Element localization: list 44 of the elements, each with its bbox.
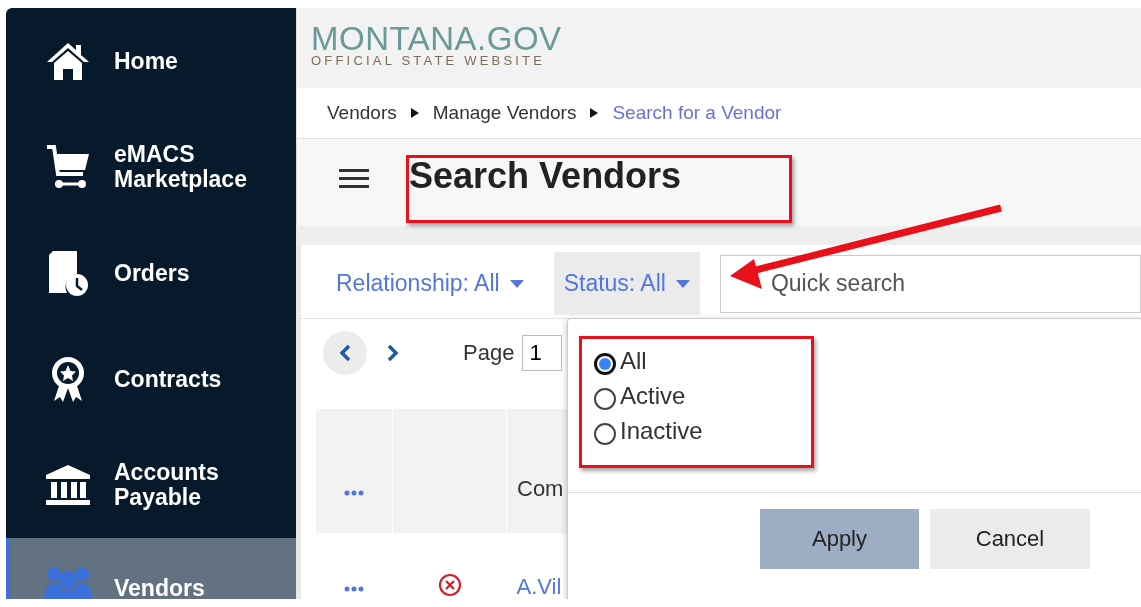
radio-button[interactable] (594, 422, 616, 445)
breadcrumb-link[interactable]: Vendors (327, 102, 397, 124)
radio-option[interactable]: Inactive (594, 413, 703, 448)
chevron-right-icon (387, 344, 399, 362)
caret-icon (509, 279, 524, 288)
site-tagline: OFFICIAL STATE WEBSITE (311, 54, 547, 68)
previous-page-button[interactable] (323, 331, 367, 375)
inactive-status-icon (437, 573, 462, 597)
menu-icon[interactable] (339, 166, 369, 189)
cancel-button[interactable]: Cancel (930, 509, 1090, 569)
search-field[interactable]: Quick search (719, 254, 1141, 313)
breadcrumb-link[interactable]: Search for a Vendor (612, 102, 782, 124)
filter-dropdown[interactable]: Relationship: All (326, 252, 534, 315)
sidebar-item[interactable]: eMACS Marketplace (6, 114, 296, 220)
breadcrumb-separator-icon (590, 108, 599, 118)
page-label: Page (463, 340, 515, 366)
sidebar-item[interactable]: Contracts (6, 326, 296, 432)
bank-building-icon (45, 464, 91, 506)
next-page-button[interactable] (387, 344, 399, 362)
page-title: Search Vendors (409, 154, 682, 197)
vendor-name-link[interactable]: A.Vil (516, 574, 562, 599)
sidebar-item[interactable]: Accounts Payable (6, 432, 296, 538)
caret-icon (675, 279, 690, 288)
more-options-icon[interactable] (344, 490, 364, 496)
sidebar-item[interactable]: Vendors (6, 538, 296, 599)
people-group-icon (44, 566, 92, 599)
radio-button[interactable] (594, 387, 616, 410)
sidebar-item[interactable]: Orders (6, 220, 296, 326)
apply-button[interactable]: Apply (760, 509, 919, 569)
radio-button[interactable] (594, 352, 616, 375)
page-number-field[interactable]: 1 (522, 335, 563, 371)
column-header[interactable]: Com (517, 476, 564, 501)
home-icon (45, 41, 91, 81)
filter-dropdown[interactable]: Status: All (553, 252, 700, 315)
radio-option[interactable]: Active (594, 378, 686, 413)
breadcrumb-link[interactable]: Manage Vendors (432, 102, 577, 124)
breadcrumb-separator-icon (410, 108, 419, 118)
more-options-icon[interactable] (344, 586, 365, 592)
award-ribbon-icon (50, 355, 86, 403)
radio-option[interactable]: All (594, 343, 647, 378)
shopping-cart-icon (45, 144, 91, 190)
document-clock-icon (47, 249, 89, 297)
sidebar-item[interactable]: Home (6, 8, 296, 114)
chevron-left-icon (339, 344, 351, 362)
